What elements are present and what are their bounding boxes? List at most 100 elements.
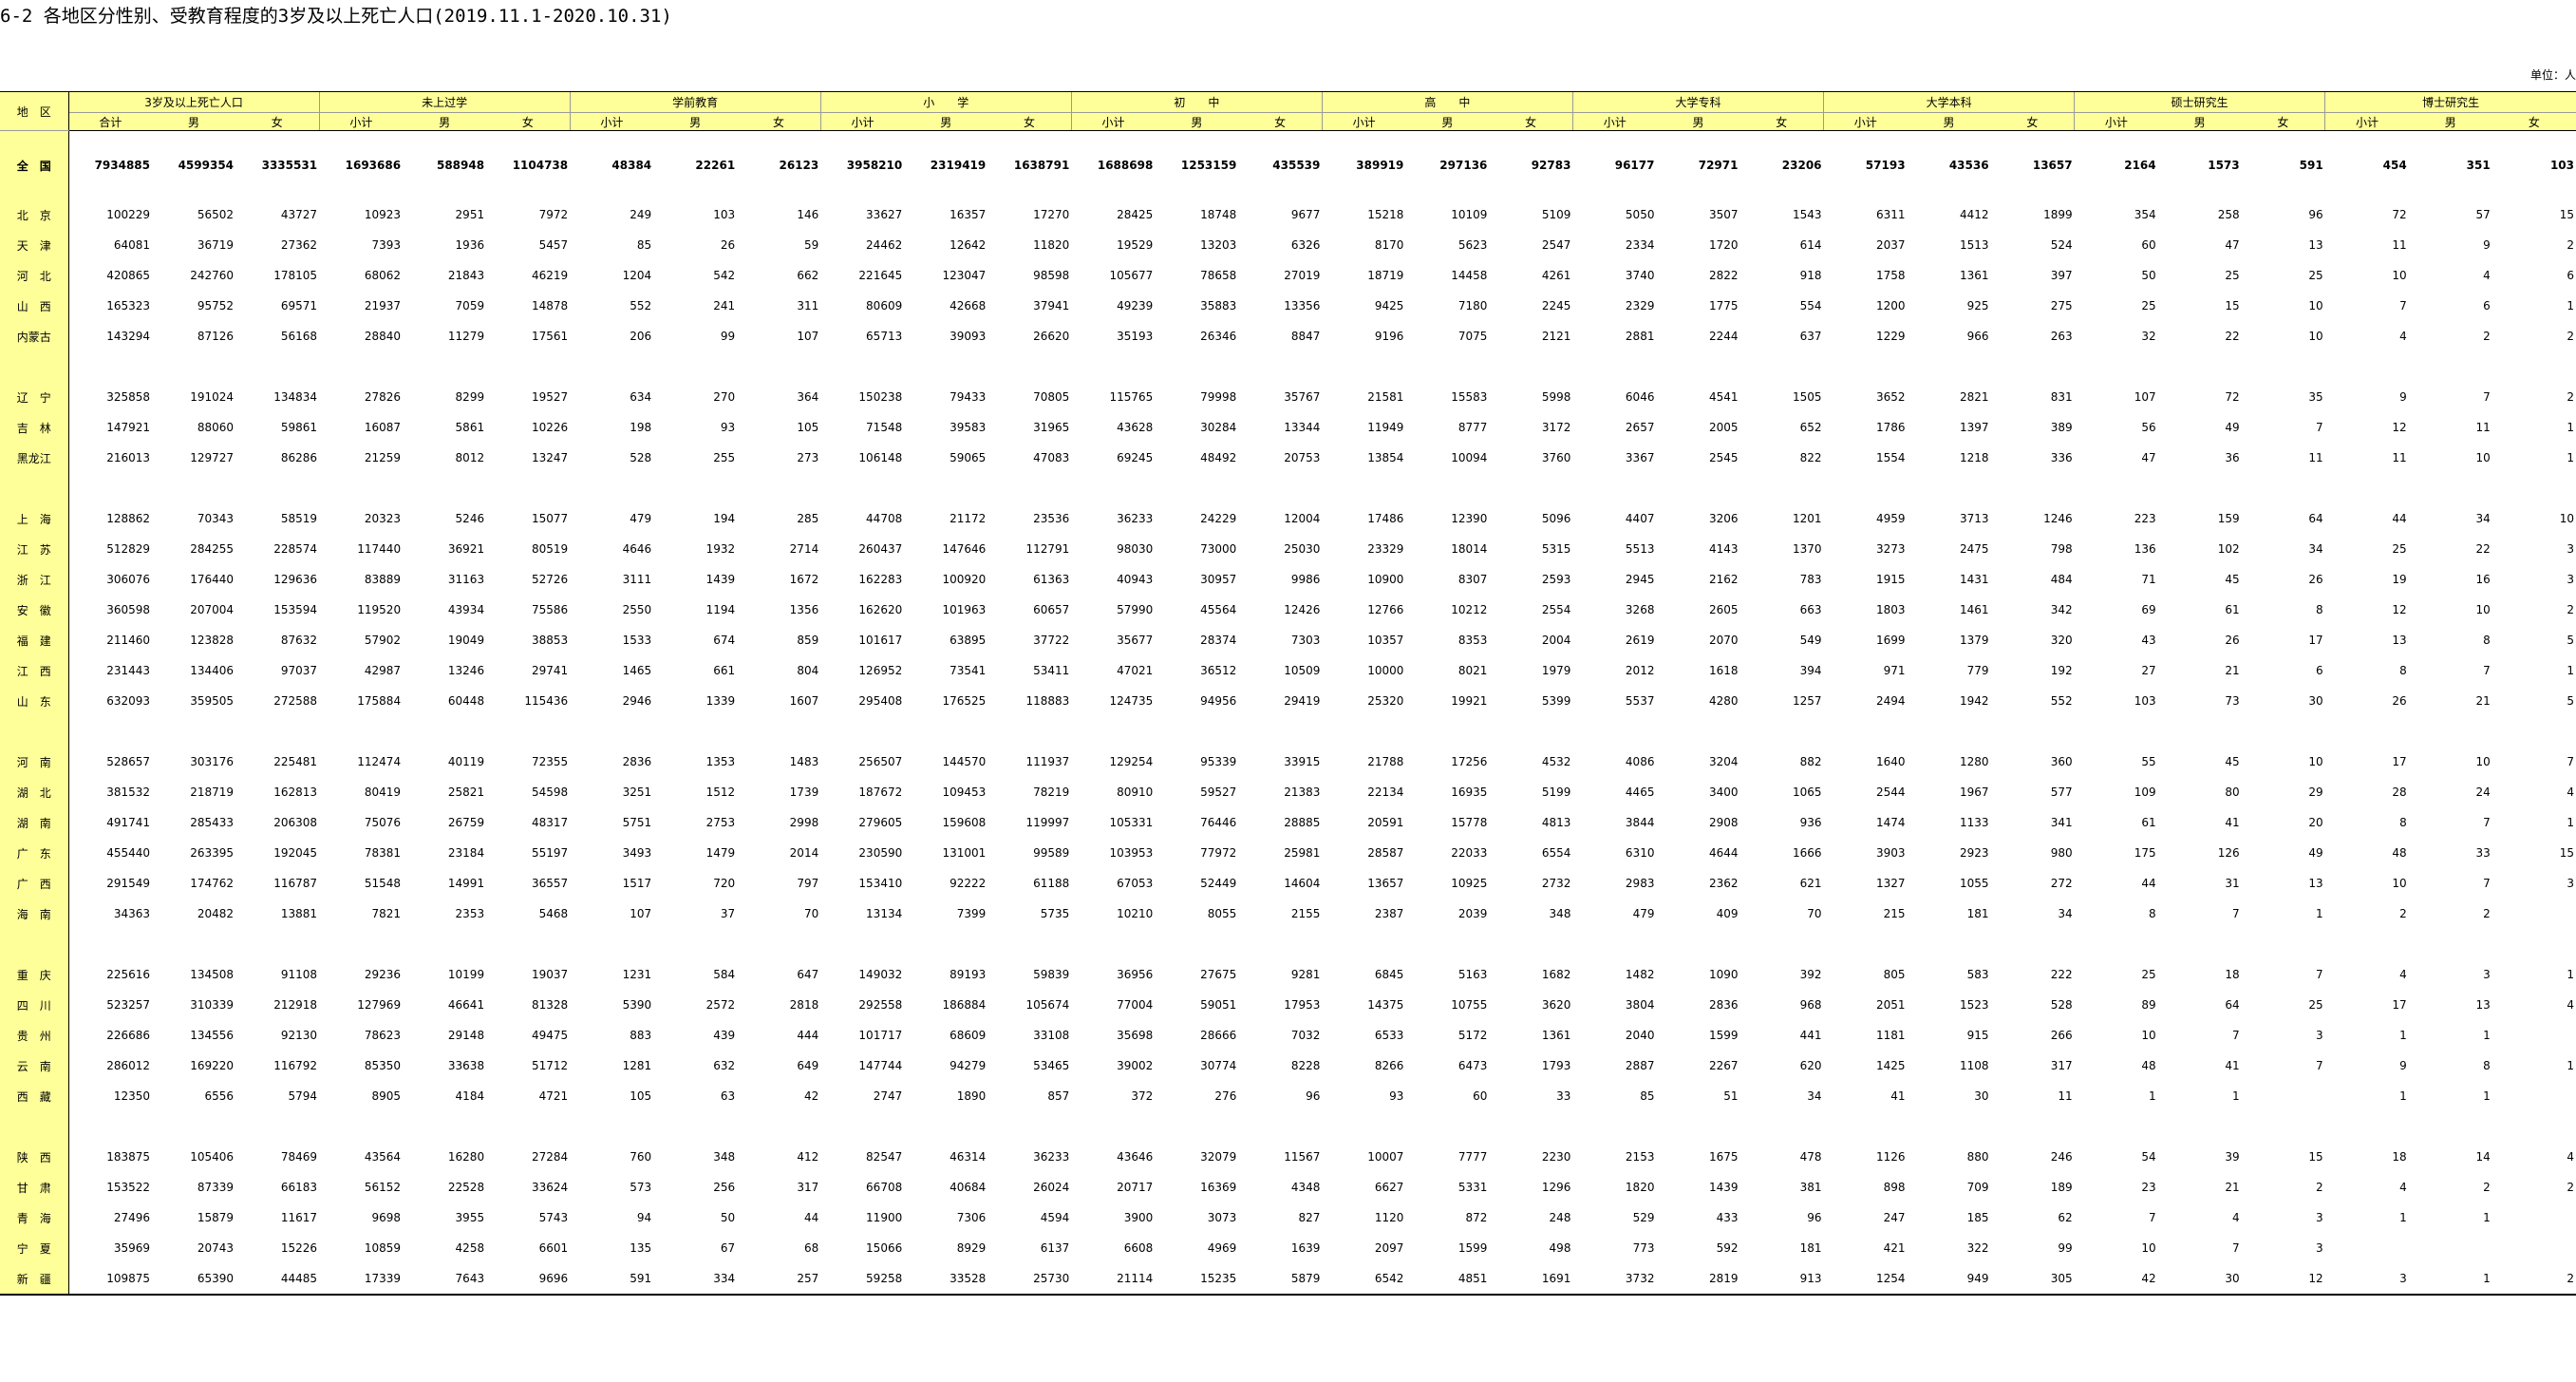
empty-cell (820, 473, 904, 503)
data-cell: 124735 (1109, 694, 1154, 708)
data-cell: 7 (2232, 907, 2240, 920)
data-cell: 872 (1465, 1211, 1488, 1224)
data-cell: 246 (2050, 1150, 2073, 1164)
data-cell: 317 (797, 1181, 819, 1194)
data-cell: 47021 (1117, 664, 1154, 677)
data-cell: 218719 (190, 786, 235, 799)
data-cell: 60 (2141, 238, 2156, 252)
data-cell: 3 (2316, 1241, 2323, 1255)
empty-cell (152, 716, 235, 747)
data-cell: 6601 (538, 1241, 569, 1255)
data-cell: 2070 (1708, 634, 1739, 647)
table-row: 新 疆 109875 65390 44485 17339 7643 9696 591 334 25… (0, 1263, 2576, 1296)
data-cell: 123828 (190, 634, 235, 647)
data-cell: 12390 (1451, 512, 1488, 525)
data-cell: 26 (2225, 634, 2240, 647)
region-name: 浙 江 (0, 564, 69, 595)
data-cell: 22528 (447, 1181, 485, 1194)
sub-header: 男 (904, 112, 988, 131)
data-cell: 1397 (1960, 421, 1989, 434)
data-cell (2242, 1081, 2325, 1111)
empty-cell (2409, 716, 2492, 747)
data-cell: 175884 (357, 694, 402, 708)
data-cell: 6542 (1322, 1263, 1406, 1296)
data-cell: 15 (2559, 846, 2574, 860)
data-cell: 66708 (866, 1181, 903, 1194)
data-cell: 15077 (531, 512, 569, 525)
data-cell: 8 (2399, 664, 2407, 677)
data-cell: 45564 (1200, 603, 1237, 616)
data-cell: 621 (1799, 877, 1822, 890)
data-cell: 4 (2399, 330, 2407, 343)
empty-cell (1656, 716, 1739, 747)
data-cell: 2818 (789, 998, 819, 1012)
statistics-table-container: 地 区 3岁及以上死亡人口 未上过学 学前教育小 学初 中高 中大学专科 大学本科 硕士… (0, 91, 2576, 1296)
data-cell: 10 (2475, 755, 2491, 768)
data-cell: 5163 (1457, 968, 1488, 981)
data-cell: 325858 (106, 390, 151, 404)
data-cell: 2572 (705, 998, 736, 1012)
data-cell: 1200 (1876, 299, 1906, 312)
data-cell: 18719 (1367, 269, 1404, 282)
table-row: 内蒙古 143294 87126 56168 28840 11279 17561 206 99 1… (0, 321, 2576, 351)
data-cell: 336 (2050, 451, 2073, 464)
region-cell (0, 716, 69, 747)
group-header: 未上过学 (318, 91, 571, 113)
data-cell: 59527 (1200, 786, 1237, 799)
data-cell: 11 (2475, 421, 2491, 434)
data-cell: 123047 (942, 269, 987, 282)
data-cell: 25030 (1284, 542, 1321, 556)
data-cell: 10925 (1451, 877, 1488, 890)
sub-header: 女 (987, 112, 1072, 131)
data-cell: 4541 (1708, 390, 1739, 404)
data-cell: 40943 (1117, 573, 1154, 586)
data-cell: 10199 (447, 968, 485, 981)
data-cell: 925 (1966, 299, 1989, 312)
data-cell: 226686 (106, 1029, 151, 1042)
table-row: 上 海 128862 70343 58519 20323 5246 15077 479 194 2… (0, 503, 2576, 534)
data-cell: 435539 (1272, 159, 1321, 172)
data-cell: 634 (630, 390, 652, 404)
data-cell: 898 (1883, 1181, 1906, 1194)
data-cell: 6311 (1876, 208, 1906, 221)
data-cell: 72 (2392, 208, 2407, 221)
data-cell: 2475 (1960, 542, 1989, 556)
data-cell: 11567 (1284, 1150, 1321, 1164)
empty-cell (2492, 929, 2576, 959)
region-name: 江 苏 (0, 534, 69, 564)
empty-cell (1656, 929, 1739, 959)
data-cell: 3 (2567, 573, 2574, 586)
data-cell: 16935 (1451, 786, 1488, 799)
empty-cell (904, 351, 987, 382)
data-cell: 175 (2134, 846, 2156, 860)
sub-header: 女 (1238, 112, 1323, 131)
data-cell: 25730 (987, 1263, 1072, 1296)
data-cell: 16357 (950, 208, 987, 221)
data-cell: 1599 (1708, 1029, 1739, 1042)
data-cell: 2004 (1541, 634, 1571, 647)
data-cell: 87339 (197, 1181, 235, 1194)
empty-cell (319, 473, 403, 503)
data-cell: 25 (2141, 968, 2156, 981)
data-cell: 528657 (106, 755, 151, 768)
empty-cell (486, 351, 570, 382)
data-cell: 857 (1047, 1089, 1070, 1103)
data-cell: 21 (2475, 694, 2491, 708)
data-cell: 222 (2050, 968, 2073, 981)
data-cell: 1465 (622, 664, 652, 677)
data-cell: 72 (2225, 390, 2240, 404)
data-cell: 102 (2217, 542, 2240, 556)
data-cell: 351 (2466, 159, 2491, 172)
data-cell: 9698 (371, 1211, 402, 1224)
data-cell: 30284 (1200, 421, 1237, 434)
data-cell: 7 (2316, 968, 2323, 981)
data-cell: 134556 (190, 1029, 235, 1042)
data-cell: 1431 (1960, 573, 1989, 586)
data-cell: 12 (2241, 1263, 2325, 1296)
data-cell: 51 (1723, 1089, 1739, 1103)
data-cell: 109453 (942, 786, 987, 799)
data-cell: 165323 (106, 299, 151, 312)
data-cell: 26620 (1033, 330, 1070, 343)
data-cell: 33638 (447, 1059, 485, 1072)
data-cell: 1775 (1708, 299, 1739, 312)
